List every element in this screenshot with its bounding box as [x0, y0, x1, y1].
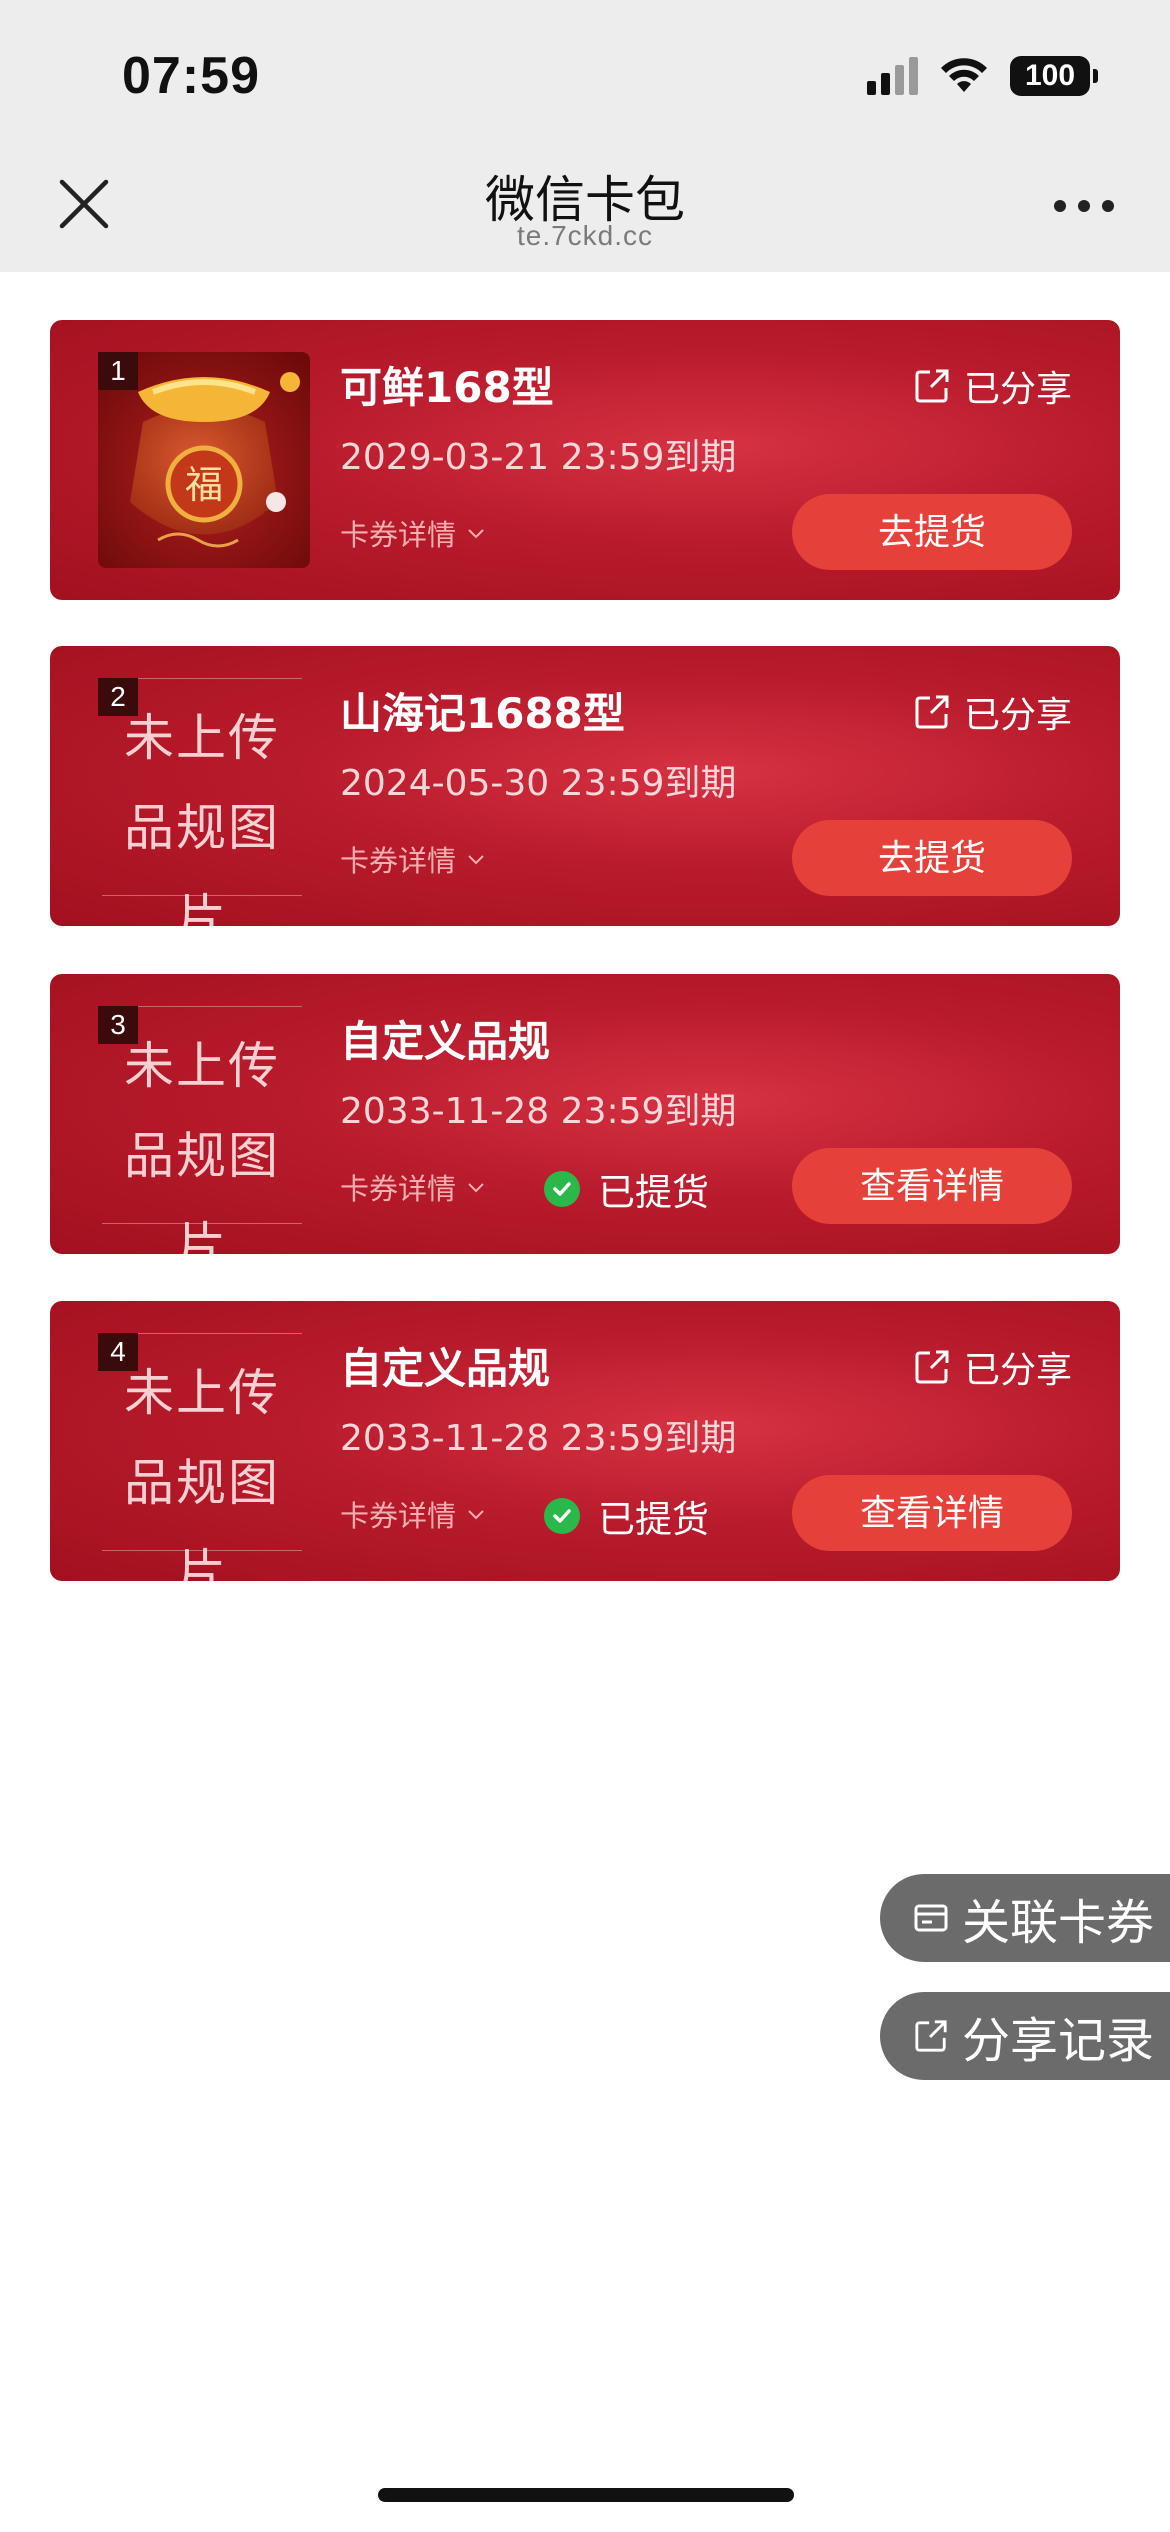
- picked-up-label: 已提货: [598, 1171, 709, 1214]
- share-icon: [915, 2020, 947, 2052]
- card-details-label: 卡券详情: [340, 1499, 457, 1533]
- card-title: 山海记1688型: [340, 689, 625, 738]
- shared-status[interactable]: 已分享: [914, 1341, 1072, 1393]
- shared-label: 已分享: [963, 369, 1072, 410]
- voucher-card[interactable]: 未上传 品规图片 4 自定义品规 2033-11-28 23:59到期 卡券详情…: [50, 1301, 1120, 1581]
- battery-indicator: 100: [1010, 56, 1098, 96]
- check-circle-icon: [544, 1498, 580, 1534]
- view-details-button[interactable]: 查看详情: [792, 1475, 1072, 1551]
- cellular-signal-icon: [867, 57, 918, 95]
- home-indicator[interactable]: [378, 2488, 794, 2502]
- redeem-button[interactable]: 去提货: [792, 820, 1072, 896]
- more-options-icon[interactable]: [1054, 200, 1114, 212]
- card-details-toggle[interactable]: 卡券详情: [340, 838, 486, 880]
- card-index: 3: [98, 1006, 138, 1044]
- shared-label: 已分享: [963, 695, 1072, 736]
- share-icon: [915, 695, 949, 729]
- card-details-label: 卡券详情: [340, 518, 457, 552]
- picked-up-status: 已提货: [544, 1162, 709, 1216]
- expiry-date: 2033-11-28 23:59到期: [340, 1418, 737, 1459]
- card-title: 自定义品规: [340, 1344, 551, 1393]
- card-title: 自定义品规: [340, 1017, 551, 1066]
- top-bar: 07:59 100 微信卡包 te.7ckd.cc: [0, 0, 1170, 272]
- status-time: 07:59: [122, 47, 260, 105]
- share-records-button[interactable]: 分享记录: [880, 1992, 1170, 2080]
- view-details-button[interactable]: 查看详情: [792, 1148, 1072, 1224]
- link-cards-label: 关联卡券: [962, 1895, 1155, 1951]
- card-details-label: 卡券详情: [340, 844, 457, 878]
- card-index: 4: [98, 1333, 138, 1371]
- chevron-down-icon: [468, 529, 484, 539]
- redeem-button[interactable]: 去提货: [792, 494, 1072, 570]
- card-details-toggle[interactable]: 卡券详情: [340, 1493, 486, 1535]
- card-index: 1: [98, 352, 138, 390]
- card-title: 可鲜168型: [340, 363, 554, 412]
- voucher-card[interactable]: 福 1 可鲜168型 2029-03-21 23:59到期 卡券详情 已分享 去…: [50, 320, 1120, 600]
- picked-up-status: 已提货: [544, 1489, 709, 1543]
- expiry-date: 2033-11-28 23:59到期: [340, 1091, 737, 1132]
- expiry-date: 2029-03-21 23:59到期: [340, 437, 737, 478]
- page-url: te.7ckd.cc: [516, 220, 654, 251]
- card-details-toggle[interactable]: 卡券详情: [340, 512, 486, 554]
- link-cards-button[interactable]: 关联卡券: [880, 1874, 1170, 1962]
- shared-status[interactable]: 已分享: [914, 686, 1072, 738]
- card-index: 2: [98, 678, 138, 716]
- chevron-down-icon: [468, 855, 484, 865]
- placeholder-line: 品规图片: [124, 1454, 280, 1581]
- share-icon: [915, 369, 949, 403]
- chevron-down-icon: [468, 1183, 484, 1193]
- voucher-card[interactable]: 未上传 品规图片 2 山海记1688型 2024-05-30 23:59到期 卡…: [50, 646, 1120, 926]
- placeholder-line: 品规图片: [124, 1127, 280, 1254]
- expiry-date: 2024-05-30 23:59到期: [340, 763, 737, 804]
- voucher-card[interactable]: 未上传 品规图片 3 自定义品规 2033-11-28 23:59到期 卡券详情…: [50, 974, 1120, 1254]
- check-circle-icon: [544, 1171, 580, 1207]
- card-details-toggle[interactable]: 卡券详情: [340, 1166, 486, 1208]
- svg-text:福: 福: [185, 463, 223, 507]
- card-details-label: 卡券详情: [340, 1172, 457, 1206]
- picked-up-label: 已提货: [598, 1498, 709, 1541]
- status-icons: 100: [867, 56, 1098, 96]
- placeholder-line: 品规图片: [124, 799, 280, 926]
- wifi-icon: [941, 58, 987, 92]
- chevron-down-icon: [468, 1510, 484, 1520]
- shared-status[interactable]: 已分享: [914, 360, 1072, 412]
- share-icon: [915, 1350, 949, 1384]
- share-records-label: 分享记录: [962, 2013, 1155, 2069]
- card-icon: [914, 1904, 948, 1932]
- shared-label: 已分享: [963, 1350, 1072, 1391]
